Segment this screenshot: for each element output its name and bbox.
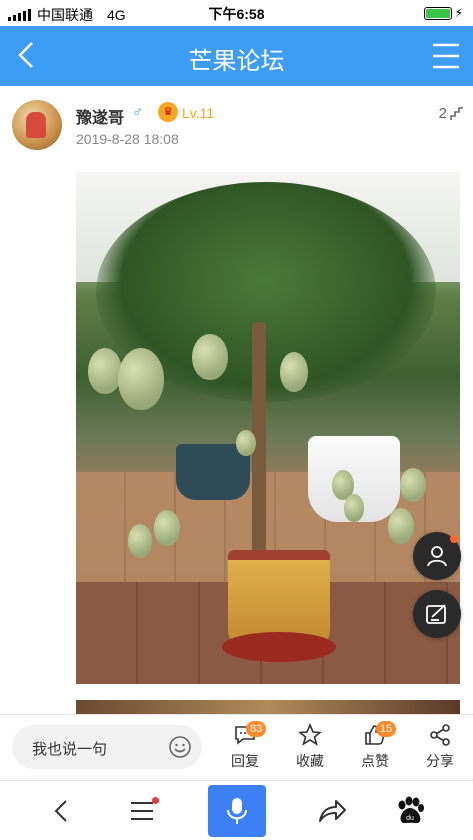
reply-button[interactable]: 83 回复 bbox=[220, 721, 270, 771]
star-icon bbox=[298, 723, 322, 746]
profile-float-button[interactable] bbox=[413, 532, 461, 580]
like-button[interactable]: 15 点赞 bbox=[350, 721, 400, 771]
status-bar: 中国联通 4G 下午6:58 ⚡ bbox=[0, 0, 473, 26]
floor-count: 2 bbox=[438, 105, 447, 122]
share-label: 分享 bbox=[426, 753, 454, 769]
favorite-label: 收藏 bbox=[296, 753, 324, 769]
like-count-badge: 15 bbox=[376, 721, 397, 737]
crown-icon: ♛ bbox=[158, 102, 178, 122]
nav-bar: 芒果论坛 bbox=[0, 26, 473, 86]
reply-label: 回复 bbox=[231, 753, 259, 769]
level-badge: Lv.11 bbox=[182, 105, 215, 121]
post-image-2[interactable] bbox=[76, 700, 460, 714]
action-bar: 我也说一句 83 回复 收藏 15 点赞 分享 bbox=[0, 714, 473, 780]
notification-dot bbox=[450, 535, 458, 543]
post-header: 豫遂哥 ♂ ♛ Lv.11 2019-8-28 18:08 2 bbox=[0, 86, 473, 166]
compose-float-button[interactable] bbox=[413, 590, 461, 638]
avatar[interactable] bbox=[12, 100, 62, 150]
baidu-paw-icon[interactable]: du bbox=[392, 793, 428, 829]
favorite-button[interactable]: 收藏 bbox=[285, 723, 335, 771]
status-time: 下午6:58 bbox=[208, 6, 265, 22]
microphone-icon bbox=[227, 798, 247, 824]
voice-search-button[interactable] bbox=[208, 785, 266, 837]
post-image[interactable] bbox=[76, 172, 460, 684]
menu-notification-dot bbox=[152, 797, 159, 804]
gender-icon: ♂ bbox=[132, 104, 144, 121]
menu-button[interactable] bbox=[124, 793, 160, 829]
menu-icon[interactable] bbox=[431, 42, 461, 70]
like-label: 点赞 bbox=[361, 753, 389, 769]
back-icon[interactable] bbox=[44, 793, 80, 829]
share-icon bbox=[430, 724, 450, 746]
reply-count-badge: 83 bbox=[246, 721, 267, 737]
post-timestamp: 2019-8-28 18:08 bbox=[76, 131, 179, 147]
comment-input[interactable]: 我也说一句 bbox=[12, 725, 202, 769]
username[interactable]: 豫遂哥 bbox=[76, 104, 124, 128]
charging-icon: ⚡ bbox=[454, 6, 463, 20]
bottom-toolbar: du bbox=[0, 780, 473, 840]
floor-stairs-icon bbox=[450, 107, 463, 120]
comment-placeholder: 我也说一句 bbox=[32, 741, 108, 758]
forward-share-icon[interactable] bbox=[314, 793, 350, 829]
person-icon bbox=[427, 546, 447, 567]
share-button[interactable]: 分享 bbox=[415, 723, 465, 771]
svg-text:du: du bbox=[406, 815, 414, 822]
battery-icon bbox=[423, 6, 452, 20]
emoji-icon[interactable] bbox=[168, 735, 192, 759]
page-title: 芒果论坛 bbox=[188, 48, 285, 75]
edit-icon bbox=[426, 604, 446, 624]
